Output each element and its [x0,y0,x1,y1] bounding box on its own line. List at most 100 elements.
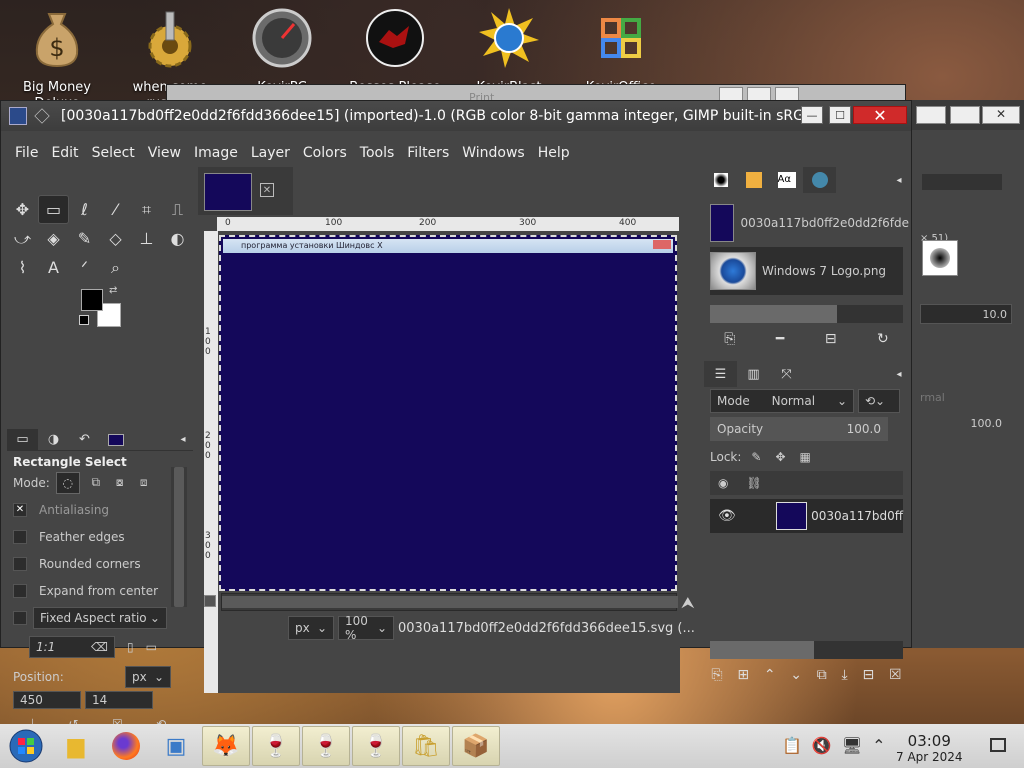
mode-subtract-icon[interactable]: ⧇ [108,475,132,490]
lock-pixels-icon[interactable]: ✎ [751,450,761,464]
crop-icon[interactable]: ⌗ [131,195,162,224]
start-button[interactable] [2,726,50,766]
mode-intersect-icon[interactable]: ⧈ [132,475,156,490]
move-tool-icon[interactable]: ✥ [7,195,38,224]
close-tab-icon[interactable]: ✕ [260,183,274,197]
expand-checkbox[interactable] [13,583,27,598]
duplicate-layer-icon[interactable]: ⧉ [817,667,827,683]
swap-colors-icon[interactable]: ⇄ [109,285,117,296]
brushes-tab[interactable] [704,167,737,193]
layer-row[interactable]: 👁 0030a117bd0ff [710,499,903,533]
rounded-option[interactable]: Rounded corners [7,550,193,577]
zoom-tool-icon[interactable]: ⌕ [100,253,131,282]
lower-layer-icon[interactable]: ⌄ [790,667,802,683]
lock-position-icon[interactable]: ✥ [775,450,785,464]
menu-select[interactable]: Select [92,145,135,161]
mute-icon[interactable]: 🔇 [812,736,832,755]
taskbar-gimp[interactable]: 🦊 [202,726,250,766]
minimize-button[interactable]: — [801,106,823,124]
tab-tool-options[interactable]: ▭ [7,429,38,450]
menu-filters[interactable]: Filters [407,145,449,161]
rect-select-icon[interactable]: ▭ [38,195,69,224]
raise-layer-icon[interactable]: ⌃ [764,667,776,683]
paths-icon[interactable]: ⌇ [7,253,38,282]
text-tool-icon[interactable]: A [38,253,69,282]
vertical-ruler[interactable]: 1 0 0 2 0 0 3 0 0 [204,231,218,693]
delete-layer-icon[interactable]: ☒ [889,667,902,683]
menu-file[interactable]: File [15,145,38,161]
clear-icon[interactable]: ⌫ [91,640,108,654]
opacity-spinner[interactable]: Opacity 100.0 [710,417,888,441]
layers-scrollbar[interactable] [710,641,903,659]
firefox-button[interactable] [102,726,150,766]
desktop-icon-0[interactable]: $ Big MoneyDeluxe [5,6,109,112]
navigate-icon[interactable]: ⮝ [681,593,695,613]
feather-option[interactable]: Feather edges [7,523,193,550]
close-button[interactable]: ✕ [853,106,907,125]
lock-alpha-icon[interactable]: ▦ [800,450,811,464]
chevron-up-icon[interactable]: ⌃ [872,736,885,755]
rounded-checkbox[interactable] [13,556,27,571]
portrait-icon[interactable]: ▯ [127,640,134,654]
tab-device-status[interactable]: ◑ [38,429,69,450]
unit-dropdown[interactable]: px ⌄ [125,665,171,688]
layer-mode-dropdown[interactable]: Mode Normal ⌄ [710,389,854,413]
background-gimp-window[interactable]: ✕ × 51) 10.0 rmal 100.0 [912,100,1024,648]
new-group-icon[interactable]: ⊞ [737,667,749,683]
position-x-input[interactable]: 450 [13,691,81,709]
panel-menu-icon[interactable]: ◂ [173,429,193,450]
anchor-layer-icon[interactable]: ⤓ [842,667,848,683]
bucket-fill-icon[interactable]: ◈ [38,224,69,253]
taskbar-wine-2[interactable]: 🍷 [302,726,350,766]
patterns-tab[interactable] [737,167,770,193]
refresh-icon[interactable]: ↻ [877,331,889,347]
reset-colors-icon[interactable] [79,315,89,325]
taskbar-package[interactable]: 📦 [452,726,500,766]
show-desktop-button[interactable] [990,738,1006,752]
mode-replace-icon[interactable]: ◌ [55,471,80,494]
warp-icon[interactable]: ⤻ [7,224,38,253]
menu-image[interactable]: Image [194,145,238,161]
maximize-button[interactable]: ☐ [829,106,851,124]
clone-icon[interactable]: ⊥ [131,224,162,253]
display-icon[interactable]: 🖥 [842,736,862,755]
file-manager-button[interactable]: ▆ [52,726,100,766]
image-canvas[interactable]: программа установки Шиндовс Х [219,235,677,591]
transform-icon[interactable]: ⎍ [162,195,193,224]
merge-layer-icon[interactable]: ⊟ [862,667,874,683]
menu-edit[interactable]: Edit [51,145,78,161]
fixed-checkbox[interactable] [13,610,27,625]
feather-checkbox[interactable] [13,529,27,544]
images-scrollbar[interactable] [710,305,903,323]
pin-icon[interactable] [34,108,50,124]
tab-images[interactable] [100,429,131,450]
image-list-item[interactable]: Windows 7 Logo.png [710,247,903,295]
unit-selector[interactable]: px ⌄ [288,616,334,640]
clock[interactable]: 03:09 7 Apr 2024 [896,732,963,764]
horizontal-ruler[interactable]: 0 100 200 300 400 [217,217,679,231]
expand-option[interactable]: Expand from center [7,577,193,604]
panel-menu-icon[interactable]: ◂ [889,167,909,193]
color-picker-icon[interactable]: ᐟ [69,253,100,282]
landscape-icon[interactable]: ▭ [146,640,157,654]
window-titlebar[interactable]: [0030a117bd0ff2e0dd2f6fdd366dee15] (impo… [1,101,911,131]
images-tab[interactable] [803,167,836,193]
image-list-item[interactable]: 0030a117bd0ff2e0dd2f6fde [710,199,909,247]
tab-undo-history[interactable]: ↶ [69,429,100,450]
taskbar-wine-3[interactable]: 🍷 [352,726,400,766]
position-y-input[interactable]: 14 [85,691,153,709]
duplicate-icon[interactable]: ⊟ [825,331,837,347]
eraser-icon[interactable]: ◇ [100,224,131,253]
desktop-icon-5[interactable]: KeyirOffice [569,6,673,96]
clipboard-icon[interactable]: 📋 [782,736,802,755]
menu-help[interactable]: Help [538,145,570,161]
antialiasing-checkbox[interactable]: ✕ [13,502,27,517]
horizontal-scrollbar[interactable] [221,593,678,611]
panel-menu-icon[interactable]: ◂ [889,361,909,387]
menu-tools[interactable]: Tools [360,145,395,161]
open-image-icon[interactable]: ⎘ [724,331,735,347]
ratio-input[interactable]: 1:1 ⌫ [29,636,115,658]
desktop-icon-3[interactable]: Bosses Please [343,6,447,96]
menu-layer[interactable]: Layer [251,145,290,161]
lasso-icon[interactable]: ℓ [69,195,100,224]
